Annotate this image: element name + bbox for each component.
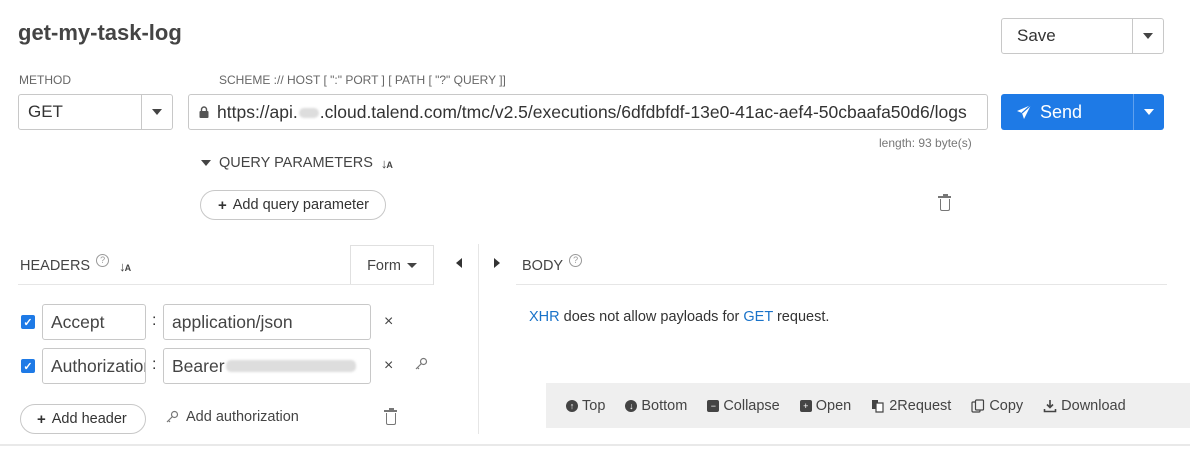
header-separator: : <box>152 312 157 329</box>
document-copy-icon <box>872 399 884 413</box>
panel-splitter[interactable] <box>478 244 479 434</box>
headers-divider <box>18 284 433 285</box>
body-divider <box>516 284 1167 285</box>
send-button-label: Send <box>1040 101 1083 122</box>
body-label: BODY <box>522 258 564 274</box>
copy-button[interactable]: Copy <box>971 398 1023 414</box>
header-enabled-checkbox[interactable]: ✓ <box>21 359 35 373</box>
copy-icon <box>971 398 985 413</box>
form-mode-label: Form <box>367 257 401 274</box>
url-length: length: 93 byte(s) <box>879 136 972 150</box>
body-section-title: BODY ? <box>522 253 583 274</box>
redacted-segment <box>298 107 319 118</box>
plus-square-icon: + <box>799 399 812 412</box>
response-toolbar: ↑ Top ↓ Bottom − Collapse + Open 2Reques… <box>546 383 1190 428</box>
bottom-border <box>0 444 1190 446</box>
save-button[interactable]: Save <box>1001 18 1164 54</box>
query-parameters-label: QUERY PARAMETERS <box>219 155 373 171</box>
header-value-input[interactable]: application/json <box>163 304 371 340</box>
caret-right-icon <box>494 258 500 268</box>
collapse-left-button[interactable] <box>456 258 462 268</box>
redacted-token <box>225 360 356 372</box>
save-dropdown-toggle[interactable] <box>1132 19 1163 53</box>
sort-alpha-icon[interactable]: ↓A <box>381 156 393 171</box>
send-dropdown-toggle[interactable] <box>1133 94 1164 130</box>
header-separator: : <box>152 356 157 373</box>
headers-form-mode-dropdown[interactable]: Form <box>350 245 434 285</box>
header-name-input[interactable]: Authorization <box>42 348 146 384</box>
add-authorization-button[interactable]: Add authorization <box>165 409 299 425</box>
chevron-down-icon <box>406 263 417 268</box>
headers-section-title: HEADERS ? ↓A <box>20 253 131 274</box>
plus-icon: + <box>218 196 227 214</box>
add-query-parameter-label: Add query parameter <box>232 197 369 213</box>
close-icon: × <box>384 357 394 374</box>
remove-header-button[interactable]: × <box>384 357 393 375</box>
download-icon <box>1043 399 1057 412</box>
add-header-label: Add header <box>51 411 127 427</box>
remove-header-button[interactable]: × <box>384 313 393 331</box>
method-select[interactable]: GET <box>18 94 173 130</box>
key-icon <box>415 357 428 370</box>
bottom-button[interactable]: ↓ Bottom <box>625 398 687 414</box>
request-title: get-my-task-log <box>18 20 182 45</box>
trash-icon <box>384 408 397 425</box>
minus-square-icon: − <box>707 399 720 412</box>
add-query-parameter-button[interactable]: + Add query parameter <box>200 190 386 220</box>
body-message: XHR does not allow payloads for GET requ… <box>529 309 830 325</box>
url-text: https://api. .cloud.talend.com/tmc/v2.5/e… <box>217 101 967 122</box>
send-button[interactable]: Send <box>1001 94 1164 130</box>
close-icon: × <box>384 313 394 330</box>
header-name-input[interactable]: Accept <box>42 304 146 340</box>
to-request-button[interactable]: 2Request <box>871 398 951 414</box>
headers-label: HEADERS <box>20 258 91 274</box>
help-icon[interactable]: ? <box>96 253 110 267</box>
method-value: GET <box>28 102 63 121</box>
xhr-link[interactable]: XHR <box>529 309 560 325</box>
arrow-down-circle-icon: ↓ <box>625 399 638 412</box>
lock-icon <box>199 106 209 118</box>
top-button[interactable]: ↑ Top <box>566 398 605 414</box>
clear-query-button[interactable] <box>938 194 951 211</box>
header-value-input[interactable]: Bearer <box>163 348 371 384</box>
paper-plane-icon <box>1017 104 1032 119</box>
collapse-button[interactable]: − Collapse <box>707 398 780 414</box>
sort-alpha-icon[interactable]: ↓A <box>119 259 131 274</box>
chevron-down-icon <box>1144 109 1154 115</box>
clear-headers-button[interactable] <box>384 408 397 425</box>
caret-down-icon <box>201 160 211 166</box>
download-button[interactable]: Download <box>1043 398 1126 414</box>
method-dropdown-toggle[interactable] <box>141 95 172 129</box>
caret-left-icon <box>456 258 462 268</box>
header-enabled-checkbox[interactable]: ✓ <box>21 315 35 329</box>
chevron-down-icon <box>152 109 162 115</box>
query-parameters-toggle[interactable]: QUERY PARAMETERS ↓A <box>201 155 393 171</box>
save-button-label: Save <box>1017 26 1056 45</box>
plus-icon: + <box>37 410 46 428</box>
arrow-up-circle-icon: ↑ <box>566 399 578 412</box>
url-input[interactable]: https://api. .cloud.talend.com/tmc/v2.5/e… <box>188 94 988 130</box>
open-button[interactable]: + Open <box>799 398 851 414</box>
url-label: SCHEME :// HOST [ ":" PORT ] [ PATH [ "?… <box>219 73 506 87</box>
help-icon[interactable]: ? <box>569 253 583 267</box>
authorization-helper-button[interactable] <box>414 357 428 375</box>
add-authorization-label: Add authorization <box>186 409 299 425</box>
expand-right-button[interactable] <box>494 258 500 268</box>
key-icon <box>166 410 179 423</box>
method-label: METHOD <box>19 73 71 87</box>
chevron-down-icon <box>1143 33 1153 39</box>
get-link[interactable]: GET <box>743 309 773 325</box>
trash-icon <box>938 194 951 211</box>
add-header-button[interactable]: + Add header <box>20 404 146 434</box>
